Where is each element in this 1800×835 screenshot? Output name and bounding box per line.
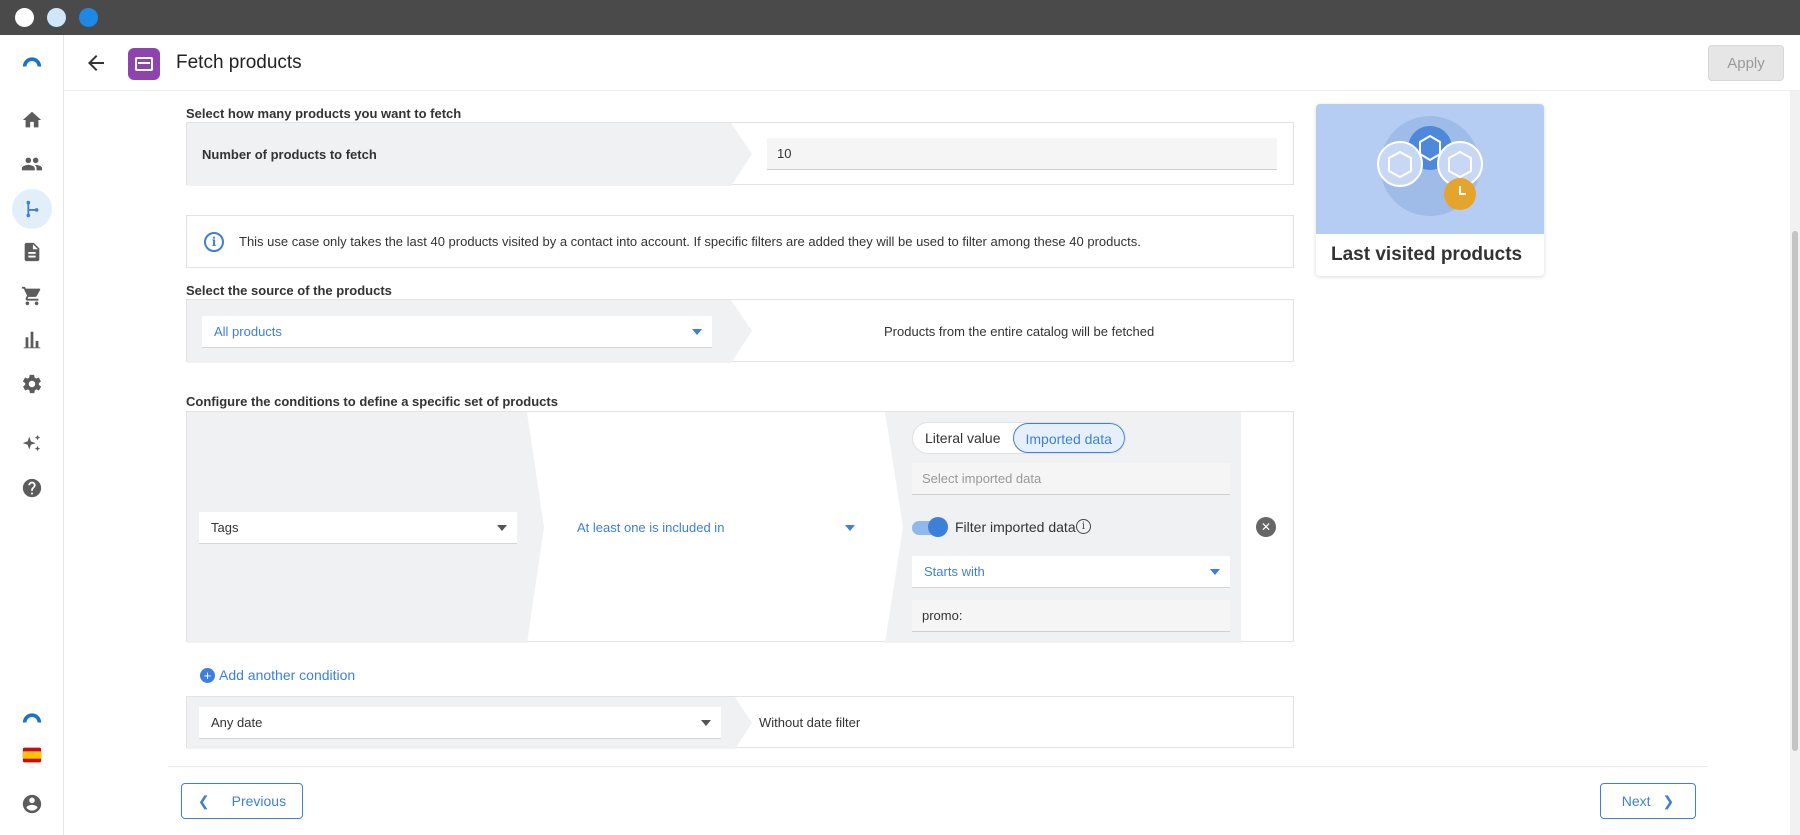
cubes-illustration-icon <box>1377 116 1483 216</box>
source-panel: All products Products from the entire ca… <box>186 299 1294 363</box>
condition-operator-select[interactable]: At least one is included in <box>565 512 865 544</box>
previous-button[interactable]: ❮ Previous <box>181 783 303 819</box>
filter-info-icon[interactable]: i <box>1076 519 1091 534</box>
chevron-down-icon <box>1210 569 1220 575</box>
home-icon[interactable] <box>20 108 44 132</box>
chevron-down-icon <box>497 525 507 531</box>
add-condition-label: Add another condition <box>219 667 356 683</box>
source-select-value: All products <box>214 324 282 339</box>
filter-imported-toggle[interactable] <box>912 517 948 537</box>
card-title: Last visited products <box>1331 244 1523 265</box>
value-mode-toggle: Literal value Imported data <box>912 422 1126 454</box>
quantity-field-label: Number of products to fetch <box>202 147 377 162</box>
date-filter-panel: Any date Without date filter <box>186 696 1294 749</box>
chart-icon[interactable] <box>20 328 44 352</box>
spain-flag-icon[interactable] <box>20 743 44 767</box>
card-illustration <box>1316 104 1544 234</box>
date-filter-select[interactable]: Any date <box>199 707 721 739</box>
brand-logo-icon[interactable] <box>20 705 44 729</box>
filter-toggle-label: Filter imported data <box>955 519 1076 535</box>
chevron-down-icon <box>701 720 711 726</box>
footer-divider <box>168 766 1708 767</box>
filter-value-input[interactable]: promo: <box>912 600 1230 632</box>
source-description: Products from the entire catalog will be… <box>884 324 1155 339</box>
info-box: i This use case only takes the last 40 p… <box>186 215 1294 268</box>
window-minimize-button[interactable] <box>47 8 66 27</box>
filter-operator-value: Starts with <box>924 564 985 579</box>
date-filter-description: Without date filter <box>759 715 861 730</box>
chevron-left-icon: ❮ <box>197 792 210 809</box>
back-arrow-icon[interactable] <box>84 51 108 75</box>
use-case-card: Last visited products <box>1316 104 1544 276</box>
remove-condition-icon[interactable]: ✕ <box>1256 517 1276 537</box>
toggle-knob <box>928 517 948 537</box>
document-icon[interactable] <box>20 240 44 264</box>
apply-button[interactable]: Apply <box>1708 45 1784 81</box>
literal-value-option[interactable]: Literal value <box>913 423 1013 453</box>
window-titlebar <box>0 0 1800 35</box>
cart-icon[interactable] <box>20 284 44 308</box>
quantity-panel: Number of products to fetch 10 <box>186 122 1294 186</box>
settings-icon[interactable] <box>20 372 44 396</box>
contacts-icon[interactable] <box>20 152 44 176</box>
info-text: This use case only takes the last 40 pro… <box>239 234 1141 249</box>
condition-field-value: Tags <box>211 520 239 535</box>
imported-data-option[interactable]: Imported data <box>1012 423 1125 453</box>
fetch-products-icon <box>128 48 160 80</box>
sparkles-icon[interactable] <box>20 432 44 456</box>
next-button[interactable]: Next ❯ <box>1600 783 1696 819</box>
scrollbar[interactable] <box>1790 91 1800 835</box>
scrollbar-thumb[interactable] <box>1792 231 1798 751</box>
brand-logo-icon[interactable] <box>20 49 44 73</box>
source-select[interactable]: All products <box>202 316 712 348</box>
conditions-section-label: Configure the conditions to define a spe… <box>186 394 558 409</box>
previous-label: Previous <box>231 793 287 809</box>
sidebar <box>0 35 64 835</box>
add-condition-link[interactable]: + Add another condition <box>200 665 355 685</box>
next-label: Next <box>1621 793 1651 809</box>
imported-data-input[interactable]: Select imported data <box>912 463 1230 495</box>
condition-operator-value: At least one is included in <box>577 520 725 535</box>
filter-operator-select[interactable]: Starts with <box>912 556 1230 588</box>
plus-icon: + <box>200 667 215 683</box>
quantity-input[interactable]: 10 <box>767 138 1277 170</box>
chevron-down-icon <box>845 525 855 531</box>
quantity-section-label: Select how many products you want to fet… <box>186 106 462 121</box>
chevron-down-icon <box>692 329 702 335</box>
source-section-label: Select the source of the products <box>186 283 392 298</box>
date-filter-value: Any date <box>211 715 263 730</box>
help-icon[interactable] <box>20 476 44 500</box>
page-header: Fetch products Apply <box>64 35 1800 91</box>
window-close-button[interactable] <box>15 8 34 27</box>
automation-icon[interactable] <box>20 197 44 221</box>
chevron-right-icon: ❯ <box>1662 792 1675 809</box>
condition-field-select[interactable]: Tags <box>199 512 517 544</box>
page-title: Fetch products <box>176 52 302 73</box>
info-icon: i <box>204 232 224 252</box>
account-icon[interactable] <box>20 792 44 816</box>
window-maximize-button[interactable] <box>79 8 98 27</box>
